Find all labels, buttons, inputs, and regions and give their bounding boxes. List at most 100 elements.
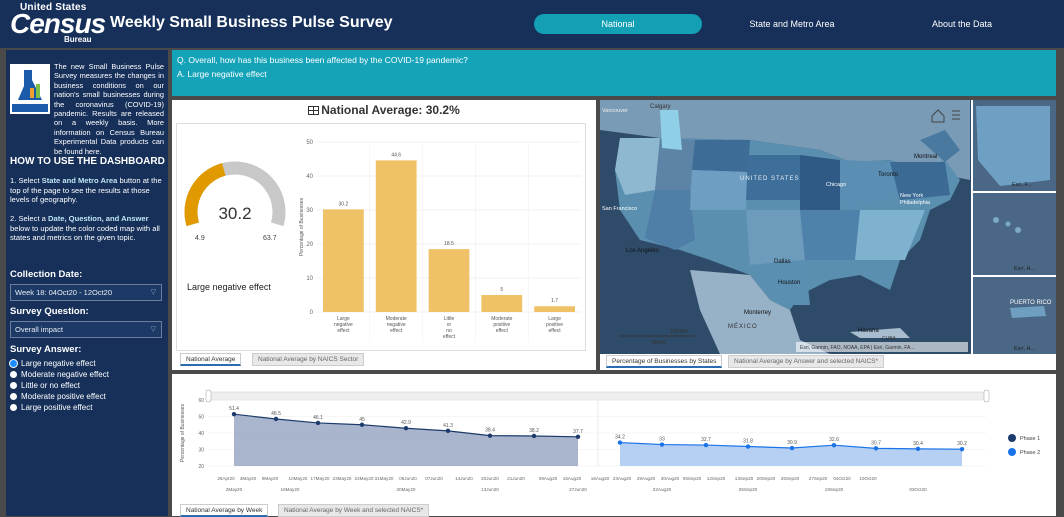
bar[interactable] [375, 160, 417, 312]
trend-xtick-label: 10Oct20 [859, 476, 877, 481]
phase1-point[interactable] [231, 411, 237, 417]
map-panel[interactable]: Calgary Vancouver Montreal Toronto Chica… [600, 100, 1056, 354]
bar[interactable] [534, 306, 575, 312]
puerto-rico-shape[interactable] [1010, 306, 1046, 318]
phase1-value-label: 37.7 [573, 429, 583, 435]
phase2-value-label: 32.7 [701, 437, 711, 443]
map-label: CUBA [882, 336, 897, 342]
phase2-point[interactable] [959, 446, 965, 452]
trend-xtick-label-row2: 22Aug20 [653, 487, 672, 492]
map-label: Havana [858, 328, 879, 334]
bar-value-label: 18.5 [444, 241, 454, 247]
phase1-point[interactable] [531, 433, 537, 439]
chevron-down-icon: ▽ [150, 289, 156, 296]
state-shape[interactable] [800, 210, 860, 260]
collection-date-select[interactable]: Week 18: 04Oct20 - 12Oct20 ▽ [10, 284, 162, 301]
answer-radio-little-no[interactable]: Little or no effect [10, 381, 80, 391]
trend-xtick-label: 26Apr20 [217, 476, 235, 481]
step-2-text: 2. Select a Date, Question, and Answer b… [10, 214, 162, 243]
trend-xtick-label: 14Jun20 [455, 476, 473, 481]
phase1-value-label: 45 [359, 417, 365, 423]
phase1-point[interactable] [575, 434, 581, 439]
nav-about-data-button[interactable]: About the Data [878, 14, 1046, 34]
scale-mi: 600mi [652, 340, 666, 346]
census-logo[interactable]: United States Census Bureau [6, 2, 106, 46]
answer-radio-large-positive[interactable]: Large positive effect [10, 403, 92, 413]
map-label: Dallas [774, 259, 791, 265]
trend-xtick-label-row2: 03Oct20 [909, 487, 927, 492]
phase2-point[interactable] [831, 443, 837, 448]
phase2-point[interactable] [789, 445, 795, 451]
tab-percentage-by-states[interactable]: Percentage of Businesses by States [606, 355, 723, 368]
phase1-point[interactable] [359, 422, 365, 427]
legend-swatch[interactable] [1008, 448, 1016, 456]
map-label: Montreal [914, 154, 937, 160]
map-label: Philadelphia [900, 200, 931, 206]
phase2-point[interactable] [617, 440, 623, 445]
phase2-point[interactable] [873, 446, 879, 451]
answer-label: Little or no effect [21, 381, 80, 390]
bar[interactable] [481, 295, 523, 312]
legend-swatch[interactable] [1008, 434, 1016, 442]
trend-xtick-label-row2: 16May20 [281, 487, 300, 492]
step-1-link[interactable]: State and Metro Area [42, 176, 118, 185]
nav-national-button[interactable]: National [534, 14, 702, 34]
answer-radio-moderate-negative[interactable]: Moderate negative effect [10, 370, 109, 380]
us-map-svg[interactable]: Calgary Vancouver Montreal Toronto Chica… [600, 100, 1056, 354]
answer-radio-moderate-positive[interactable]: Moderate positive effect [10, 392, 106, 402]
phase2-value-label: 30.7 [871, 440, 881, 446]
phase1-value-label: 51.4 [229, 406, 239, 412]
radio-icon [10, 393, 17, 400]
phase1-point[interactable] [273, 416, 279, 422]
trend-ylabel: Percentage of Businesses [180, 403, 186, 462]
state-shape[interactable] [746, 210, 805, 265]
inset-attribution: Esri, H... [1014, 346, 1036, 352]
step-1-text: 1. Select State and Metro Area button at… [10, 176, 162, 205]
gauge-max: 63.7 [263, 235, 277, 242]
trend-xtick-label-row2: 05Sep20 [739, 487, 758, 492]
phase2-point[interactable] [659, 442, 665, 447]
bar-value-label: 30.2 [339, 201, 349, 207]
tab-national-average-naics[interactable]: National Average by NAICS Sector [252, 353, 365, 366]
survey-question-select[interactable]: Overall impact ▽ [10, 321, 162, 338]
answer-label: Moderate negative effect [21, 370, 109, 379]
phase2-point[interactable] [703, 442, 709, 448]
trend-ytick-label: 50 [198, 415, 204, 421]
tab-national-average[interactable]: National Average [180, 353, 242, 366]
phase1-point[interactable] [403, 426, 409, 431]
trend-xtick-label: 29Aug20 [637, 476, 656, 481]
gauge-value: 30.2 [218, 204, 251, 223]
how-to-title: HOW TO USE THE DASHBOARD [10, 156, 165, 167]
map-label: Toronto [878, 172, 899, 178]
trend-xtick-label: 9May20 [262, 476, 279, 481]
trend-xtick-label-row2: 2May20 [226, 487, 243, 492]
trend-xtick-label-row2: 30May20 [397, 487, 416, 492]
trend-xtick-label: 24May20 [355, 476, 374, 481]
bar[interactable] [323, 209, 364, 312]
bar-category-label: effect [496, 328, 509, 334]
phase1-point[interactable] [445, 428, 451, 434]
answer-radio-large-negative[interactable]: Large negative effect [10, 359, 96, 369]
phase2-point[interactable] [915, 446, 921, 452]
phase1-point[interactable] [487, 433, 493, 438]
nav-state-metro-button[interactable]: State and Metro Area [708, 14, 876, 34]
radio-icon [10, 371, 17, 378]
tab-national-by-week-naics[interactable]: National Average by Week and selected NA… [278, 504, 430, 517]
state-shape[interactable] [692, 140, 750, 172]
trend-ytick-label: 30 [198, 448, 204, 454]
step-2-link[interactable]: Date, Question, and Answer [48, 214, 149, 223]
bar-ylabel: Percentage of Businesses [299, 197, 305, 256]
legend-label[interactable]: Phase 2 [1020, 450, 1040, 456]
tab-national-by-answer-naics[interactable]: National Average by Answer and selected … [728, 355, 885, 368]
tab-national-by-week[interactable]: National Average by Week [180, 504, 269, 517]
range-slider[interactable] [207, 391, 987, 401]
step-2-post: below to update the color coded map with… [10, 223, 160, 243]
phase2-point[interactable] [745, 444, 751, 449]
legend-label[interactable]: Phase 1 [1020, 436, 1040, 442]
bar[interactable] [428, 249, 470, 312]
trend-xtick-label-row2: 27Jun20 [569, 487, 587, 492]
survey-answer-label: Survey Answer: [10, 344, 82, 355]
phase1-point[interactable] [315, 420, 321, 426]
chevron-down-icon: ▽ [150, 326, 156, 333]
state-shape[interactable] [615, 138, 660, 195]
